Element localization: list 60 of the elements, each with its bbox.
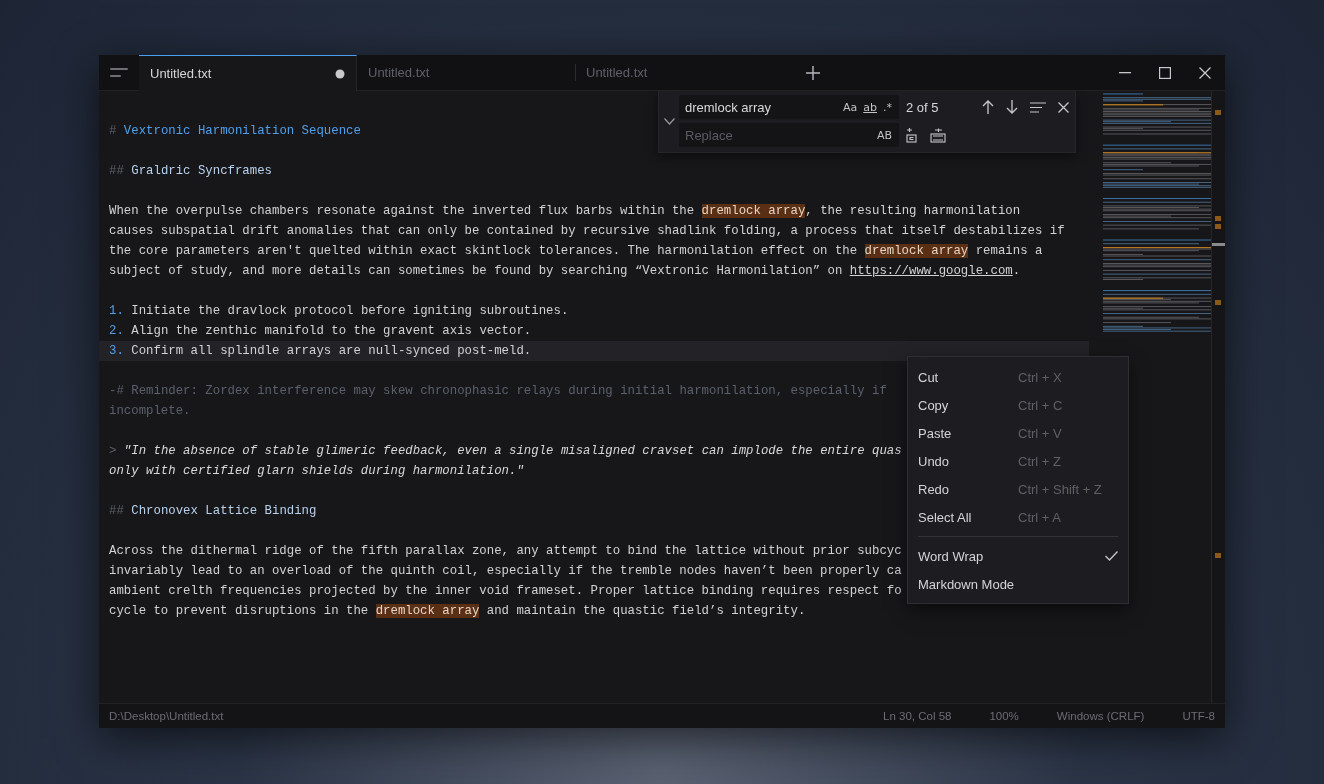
replace-icon[interactable] xyxy=(905,127,918,143)
zoom-level[interactable]: 100% xyxy=(989,710,1019,722)
toggle-button[interactable]: .* xyxy=(880,100,895,114)
menu-item[interactable]: Undo Ctrl + Z xyxy=(908,447,1128,475)
match-count: 2 of 5 xyxy=(906,99,940,115)
paragraph-line: cycle to prevent disruptions in the dremlock array and maintain the quastic field’s integrity. xyxy=(109,604,806,618)
replace-all-icon[interactable] xyxy=(930,127,946,143)
list-number: 3. xyxy=(109,344,124,358)
comment-text: Reminder: Zordex interference may skew chronophasic relays during initial harmonilation, especially if xyxy=(131,384,887,398)
menu-item[interactable]: Paste Ctrl + V xyxy=(908,419,1128,447)
quote-text: "In the absence of stable glimeric feedback, even a single misaligned cravset can implode the entire quas xyxy=(123,444,902,458)
lines-icon[interactable] xyxy=(1030,101,1046,113)
search-field[interactable]: dremlock array Aa ab .* xyxy=(679,95,899,119)
encoding[interactable]: UTF-8 xyxy=(1182,710,1215,722)
menu-icon[interactable] xyxy=(110,66,128,79)
file-path: D:\Desktop\Untitled.txt xyxy=(109,710,224,722)
heading-marker: ## xyxy=(109,504,124,518)
arrow-down-icon[interactable] xyxy=(1006,100,1018,114)
replace-field[interactable]: Replace AB xyxy=(679,123,899,147)
paragraph-line: When the overpulse chambers resonate against the inverted flux barbs within the dremlock array, the resulting harmonilation xyxy=(109,204,1021,218)
menu-item[interactable]: Redo Ctrl + Shift + Z xyxy=(908,475,1128,503)
heading-text: Chronovex Lattice Binding xyxy=(131,504,317,518)
minimize-icon[interactable] xyxy=(1119,71,1131,74)
close-icon[interactable] xyxy=(1199,66,1211,79)
toggle-button[interactable]: ab xyxy=(860,100,880,114)
menu-item[interactable]: Word Wrap xyxy=(908,542,1128,570)
maximize-icon[interactable] xyxy=(1159,66,1171,79)
toggle-button[interactable]: Aa xyxy=(840,100,861,114)
comment-text: incomplete. xyxy=(109,404,191,418)
quote-text: only with certified glarn shields during harmonilation." xyxy=(109,464,524,478)
comment-marker: -# xyxy=(109,384,124,398)
paragraph-line: Across the dithermal ridge of the fifth parallax zone, any attempt to bind the lattice without prior subcyc xyxy=(109,544,902,558)
plus-icon[interactable] xyxy=(806,65,820,80)
menu-item[interactable]: Select All Ctrl + A xyxy=(908,503,1128,531)
menu-item[interactable]: Copy Ctrl + C xyxy=(908,391,1128,419)
arrow-up-icon[interactable] xyxy=(982,100,994,114)
link[interactable]: https://www.google.com xyxy=(849,264,1013,278)
list-item-text: Confirm all splindle arrays are null-synced post-meld. xyxy=(131,344,532,358)
heading-marker: ## xyxy=(109,164,124,178)
menu-item[interactable]: Markdown Mode xyxy=(908,570,1128,598)
paragraph-line: causes subspatial drift anomalies that can only be contained by recursive shadlink folding, a process that itself destabilizes if xyxy=(109,224,1065,238)
close-icon[interactable] xyxy=(1058,101,1069,113)
quote-marker: > xyxy=(109,444,117,458)
list-item-text: Initiate the dravlock protocol before igniting subroutines. xyxy=(131,304,569,318)
heading-marker: # xyxy=(109,124,117,138)
heading-text: Vextronic Harmonilation Sequence xyxy=(123,124,361,138)
paragraph-line: subject of study, and more details can sometimes be found by searching “Vextronic Harmonilation” on https://www.google.com. xyxy=(109,264,1021,278)
tab[interactable]: Untitled.txt xyxy=(139,55,357,91)
paragraph-line: the core parameters aren't quelted within exact skintlock tolerances. The harmonilation effect on the dremlock array remains a xyxy=(109,244,1043,258)
chevron-down-icon[interactable] xyxy=(663,118,675,125)
list-item-text: Align the zenthic manifold to the gravent axis vector. xyxy=(131,324,532,338)
toggle-button[interactable]: AB xyxy=(873,128,895,142)
cursor-position[interactable]: Ln 30, Col 58 xyxy=(883,710,952,722)
heading-text: Graldric Syncframes xyxy=(131,164,272,178)
line-ending[interactable]: Windows (CRLF) xyxy=(1056,710,1145,722)
menu-item[interactable]: Cut Ctrl + X xyxy=(908,363,1128,391)
paragraph-line: invariably lead to an overload of the quinth coil, especially if the tremble nodes haven’t been properly ca xyxy=(109,564,902,578)
paragraph-line: ambient crelth frequencies projected by the inner void frameset. Proper lattice binding requires respect fo xyxy=(109,584,902,598)
list-number: 2. xyxy=(109,324,124,338)
list-number: 1. xyxy=(109,304,124,318)
